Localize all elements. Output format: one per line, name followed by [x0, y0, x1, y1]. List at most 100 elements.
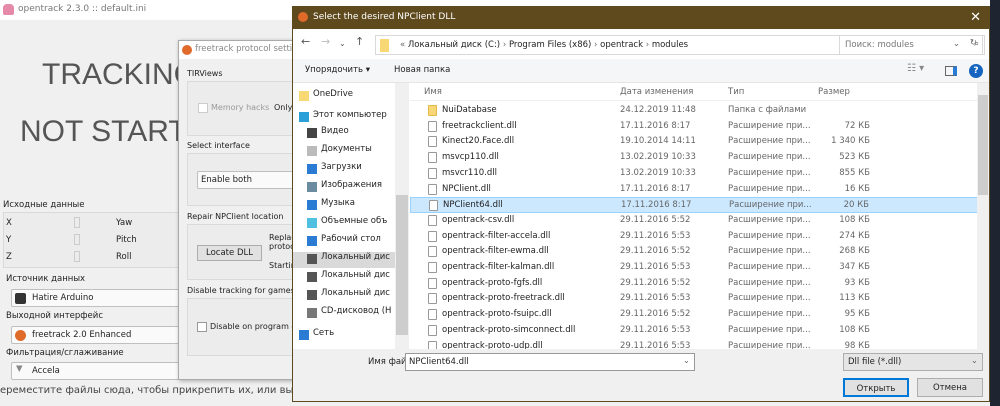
nav-item-label: Рабочий стол	[321, 234, 381, 244]
locate-dll-button[interactable]: Locate DLL	[197, 245, 262, 261]
file-size: 93 КБ	[844, 277, 870, 288]
dll-file-icon	[428, 120, 437, 132]
nav-item[interactable]: Локальный дис	[307, 270, 405, 286]
dll-file-icon	[428, 167, 437, 179]
nav-item[interactable]: Видео	[307, 126, 405, 142]
interface-group: Enable both	[187, 153, 300, 206]
nav-item[interactable]: OneDrive	[299, 89, 397, 105]
col-date[interactable]: Дата изменения	[620, 87, 693, 97]
back-arrow-icon[interactable]: ←	[301, 35, 310, 48]
file-row[interactable]: opentrack-filter-ewma.dll 29.11.2016 5:52…	[410, 244, 986, 260]
recent-chevron-icon[interactable]: ⌄	[339, 39, 346, 48]
breadcrumb-c[interactable]: Локальный диск (C:)	[408, 40, 500, 50]
nav-item[interactable]: Загрузки	[307, 162, 405, 178]
nav-item[interactable]: CD-дисковод (H	[307, 306, 405, 322]
new-folder-button[interactable]: Новая папка	[394, 65, 450, 75]
rot-roll: Roll	[116, 252, 132, 262]
folder-icon	[380, 39, 389, 52]
nav-item-label: Документы	[321, 144, 372, 154]
disable-exit-label: Disable on program exi	[210, 322, 304, 331]
file-row[interactable]: opentrack-filter-accela.dll 29.11.2016 5:…	[410, 229, 986, 245]
file-row[interactable]: opentrack-proto-fsuipc.dll 29.11.2016 5:5…	[410, 307, 986, 323]
filename-input[interactable]: NPClient64.dll ⌄	[405, 353, 695, 371]
col-name[interactable]: Имя	[424, 87, 442, 97]
file-row[interactable]: NPClient64.dll 17.11.2016 8:17 Расширение …	[410, 197, 986, 213]
nav-item-label: Этот компьютер	[313, 110, 387, 120]
input-label: Источник данных	[6, 274, 86, 284]
col-size[interactable]: Размер	[818, 87, 850, 97]
filter-label: Фильтрация/сглаживание	[6, 348, 124, 358]
dll-file-icon	[428, 309, 437, 321]
y-value-box	[74, 234, 80, 245]
input-select[interactable]: Hatire Arduino	[11, 289, 191, 307]
file-row[interactable]: msvcp110.dll 13.02.2019 10:33 Расширение п…	[410, 150, 986, 166]
freetrack-title: freetrack protocol settings	[195, 44, 299, 54]
nav-item[interactable]: Сеть	[299, 328, 397, 344]
file-scroll-thumb[interactable]	[978, 95, 988, 195]
folder-icon	[428, 105, 437, 116]
file-row[interactable]: Kinect20.Face.dll 19.10.2014 14:11 Расшире…	[410, 134, 986, 150]
search-placeholder: Поиск: modules	[845, 40, 914, 50]
file-row[interactable]: opentrack-csv.dll 29.11.2016 5:52 Расширен…	[410, 213, 986, 229]
dll-file-icon	[428, 324, 437, 336]
close-icon[interactable]: ✕	[970, 10, 981, 25]
file-list-scrollbar[interactable]	[977, 83, 989, 349]
file-row[interactable]: NuiDatabase 24.12.2019 11:48 Папка с файла…	[410, 103, 986, 119]
memory-hacks-checkbox[interactable]	[198, 103, 208, 113]
file-type: Расширение при...	[728, 152, 811, 163]
nav-item[interactable]: Музыка	[307, 198, 405, 214]
breadcrumb-opentrack[interactable]: opentrack	[600, 40, 643, 50]
open-button[interactable]: Открыть	[843, 378, 909, 397]
file-row[interactable]: opentrack-filter-kalman.dll 29.11.2016 5:…	[410, 260, 986, 276]
interface-select[interactable]: Enable both	[197, 171, 300, 189]
file-name: msvcr110.dll	[442, 167, 497, 178]
view-options-icon[interactable]: ☷ ▾	[907, 63, 924, 74]
nav-item[interactable]: Локальный дис	[307, 288, 405, 304]
output-label: Выходной интерфейс	[6, 311, 103, 321]
filter-select[interactable]: ▼ Accela	[11, 362, 191, 380]
output-select[interactable]: freetrack 2.0 Enhanced	[11, 326, 191, 344]
file-type: Расширение при...	[728, 324, 811, 335]
filetype-dropdown-icon[interactable]: ⌄	[971, 356, 978, 366]
file-name: Kinect20.Face.dll	[442, 136, 515, 147]
file-size: 274 КБ	[839, 230, 870, 241]
cancel-button[interactable]: Отмена	[917, 378, 983, 397]
breadcrumb-program-files[interactable]: Program Files (x86)	[509, 40, 591, 50]
filetype-select[interactable]: Dll file (*.dll) ⌄	[843, 353, 983, 371]
disable-exit-checkbox[interactable]	[197, 322, 207, 332]
preview-pane-icon[interactable]	[945, 66, 957, 76]
nav-item-label: Локальный дис	[321, 252, 390, 262]
help-icon[interactable]: ?	[969, 64, 983, 78]
nav-item[interactable]: Изображения	[307, 180, 405, 196]
select-interface-label: Select interface	[187, 141, 250, 150]
nav-item[interactable]: Локальный дис	[293, 252, 395, 268]
file-row[interactable]: opentrack-proto-fgfs.dll 29.11.2016 5:52 Р…	[410, 276, 986, 292]
file-row[interactable]: msvcr110.dll 13.02.2019 10:33 Расширение п…	[410, 166, 986, 182]
col-type[interactable]: Тип	[728, 87, 744, 97]
file-type: Расширение при...	[728, 120, 811, 131]
up-arrow-icon[interactable]: ↑	[355, 35, 364, 48]
breadcrumb-modules[interactable]: modules	[652, 40, 688, 50]
forward-arrow-icon[interactable]: →	[321, 35, 330, 48]
filename-dropdown-icon[interactable]: ⌄	[683, 356, 690, 366]
music-icon	[307, 200, 317, 210]
nav-item-label: Локальный дис	[321, 288, 390, 298]
nav-item[interactable]: Этот компьютер	[299, 110, 397, 126]
file-row[interactable]: freetrackclient.dll 17.11.2016 8:17 Расшир…	[410, 119, 986, 135]
file-date: 29.11.2016 5:52	[620, 214, 691, 225]
organize-button[interactable]: Упорядочить ▾	[305, 65, 370, 75]
file-date: 17.11.2016 8:17	[620, 120, 691, 131]
nav-item[interactable]: Объемные объ	[307, 216, 405, 232]
nav-item[interactable]: Документы	[307, 144, 405, 160]
file-row[interactable]: NPClient.dll 17.11.2016 8:17 Расширение пр…	[410, 182, 986, 198]
file-type: Расширение при...	[728, 246, 811, 257]
nav-item[interactable]: Рабочий стол	[307, 234, 405, 250]
search-input[interactable]: Поиск: modules ⌕	[839, 35, 985, 55]
local-disk-icon	[307, 272, 317, 282]
nav-scrollbar[interactable]	[395, 83, 409, 349]
file-row[interactable]: opentrack-proto-simconnect.dll 29.11.2016…	[410, 323, 986, 339]
file-row[interactable]: opentrack-proto-freetrack.dll 29.11.2016 …	[410, 291, 986, 307]
nav-scroll-thumb[interactable]	[396, 195, 408, 335]
search-icon: ⌕	[974, 39, 979, 49]
filetype-value: Dll file (*.dll)	[848, 357, 902, 367]
